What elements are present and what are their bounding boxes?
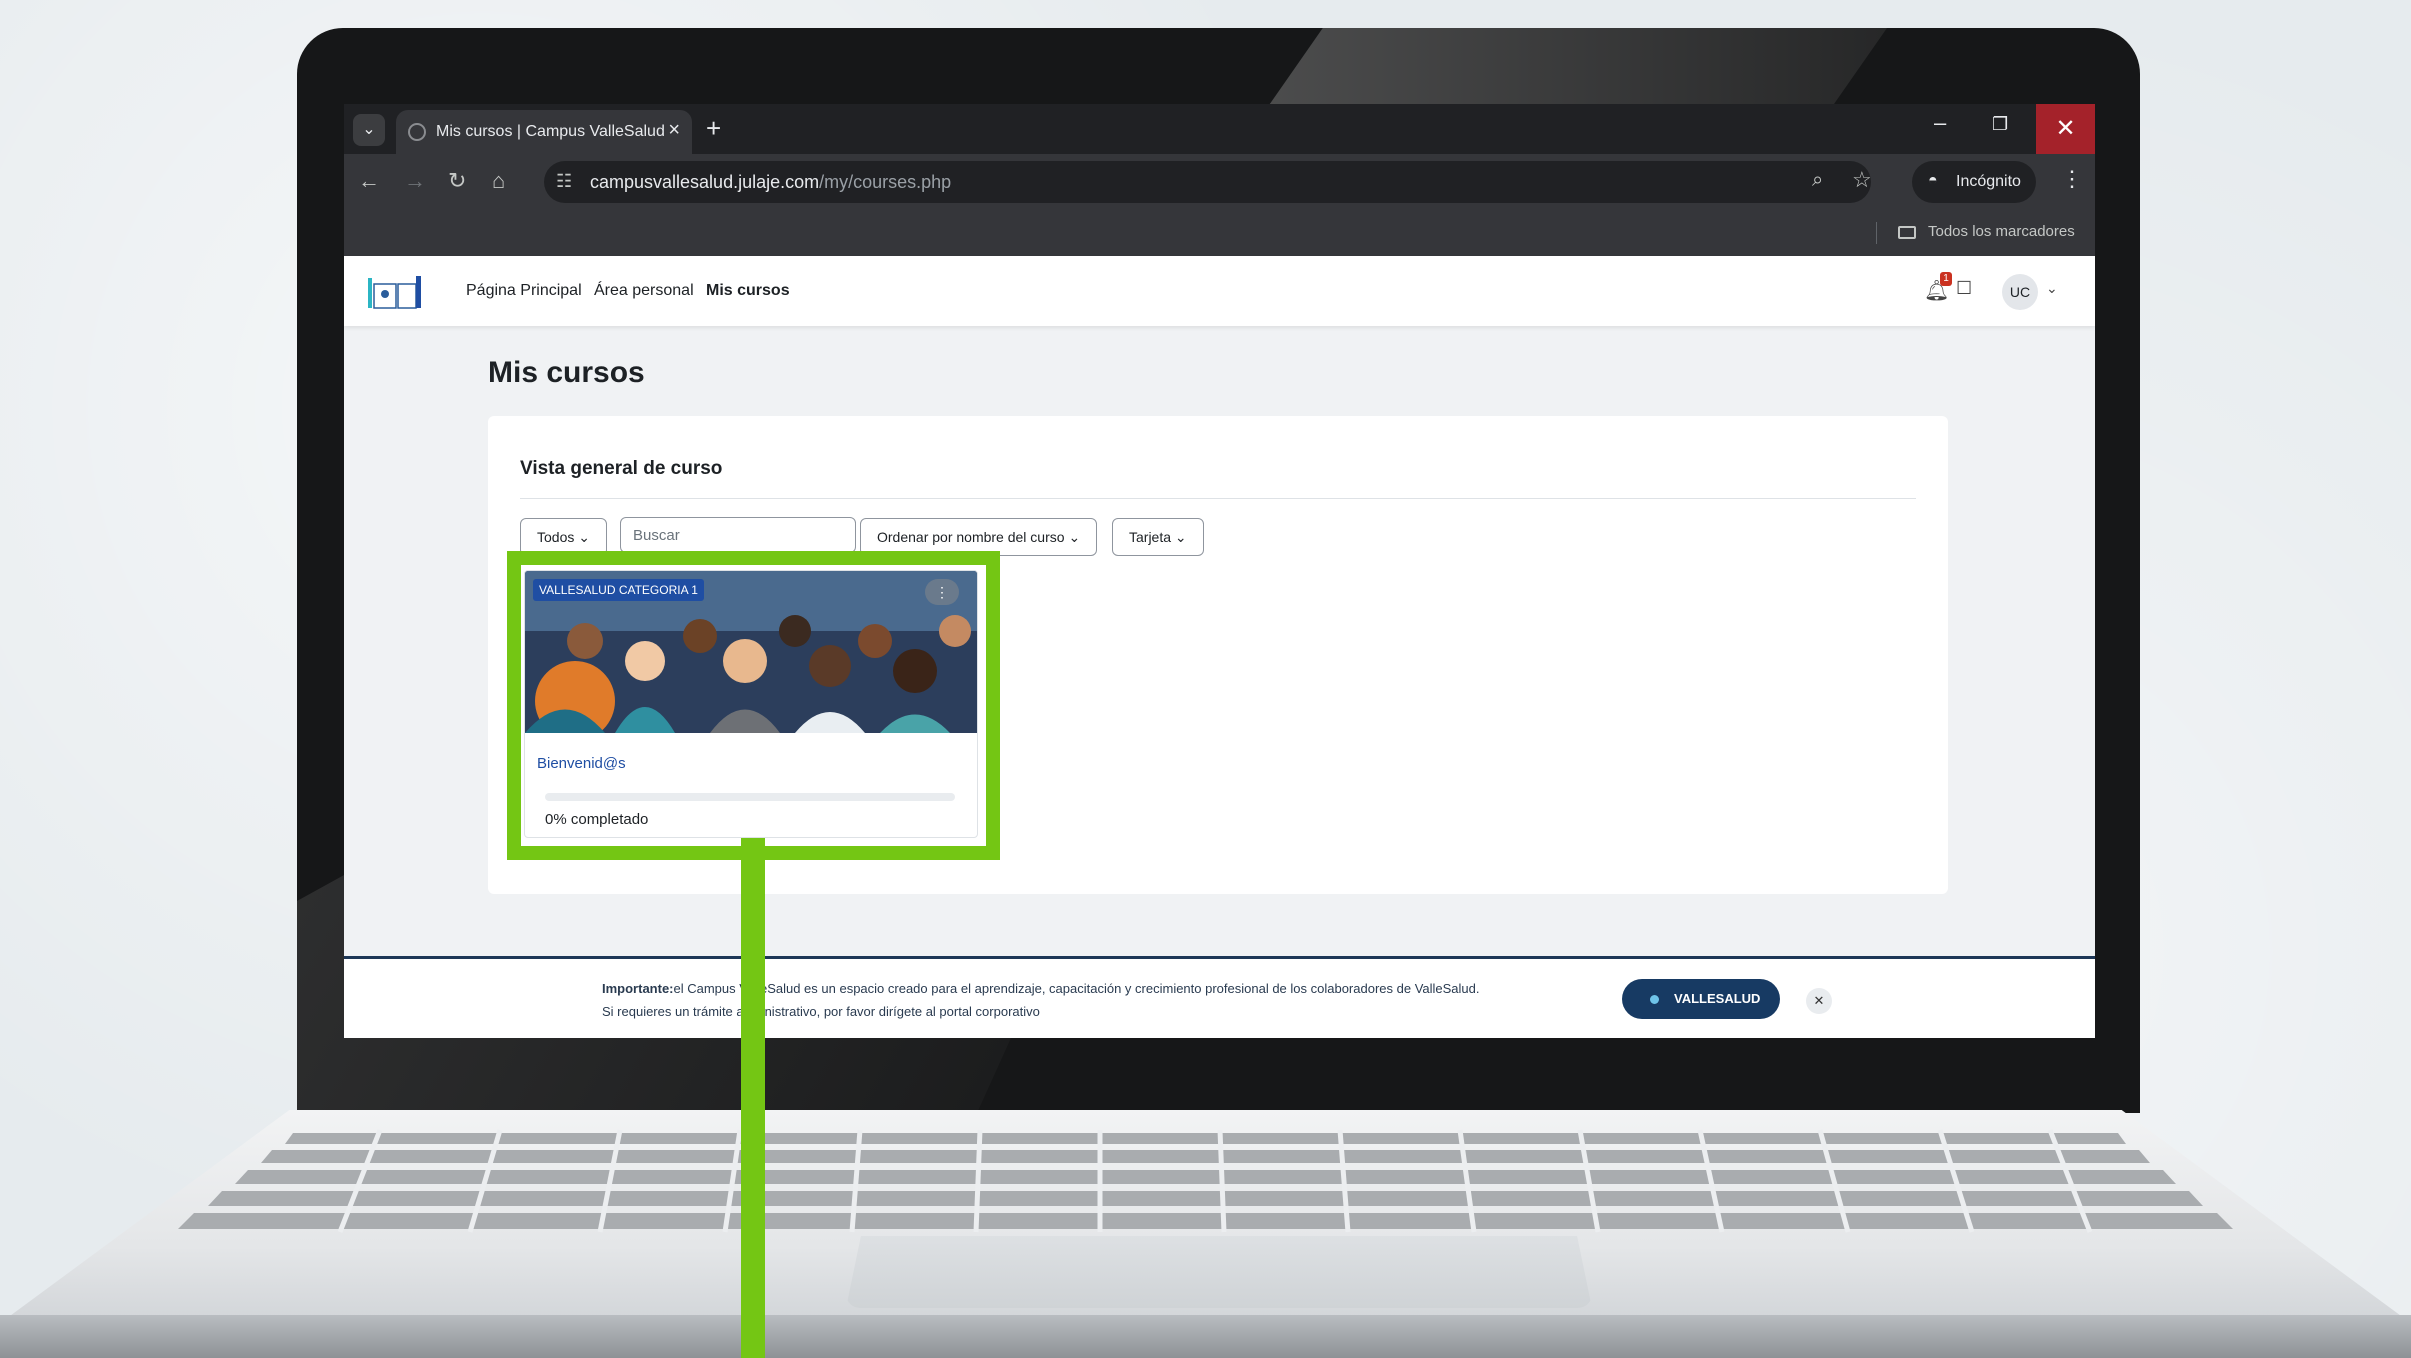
key-row bbox=[235, 1170, 2176, 1184]
keyboard-keys bbox=[178, 1129, 2233, 1233]
highlight-pointer bbox=[741, 838, 765, 1358]
key-row bbox=[178, 1213, 2233, 1229]
key-row bbox=[261, 1150, 2150, 1163]
key-row bbox=[285, 1133, 2126, 1144]
trackpad bbox=[846, 1236, 1592, 1308]
highlight-frame bbox=[507, 551, 1000, 860]
key-row bbox=[208, 1191, 2203, 1206]
laptop-base-edge bbox=[0, 1315, 2411, 1358]
